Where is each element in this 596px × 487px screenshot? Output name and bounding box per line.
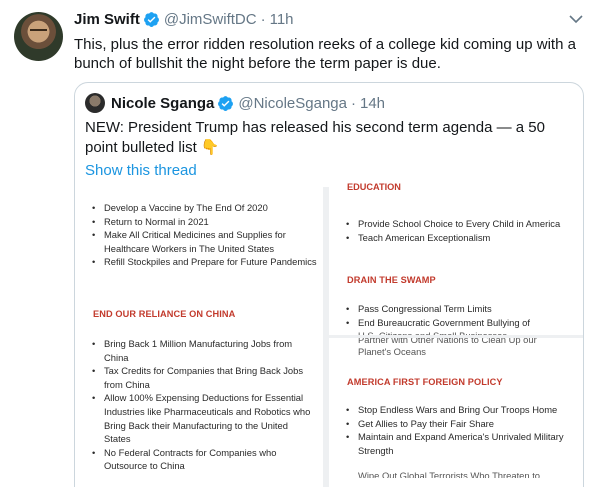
agenda-column-right: EDUCATION Provide School Choice to Every… (329, 182, 583, 487)
author-handle[interactable]: @JimSwiftDC (164, 11, 257, 28)
quoted-avatar (85, 93, 105, 113)
chevron-down-icon[interactable] (567, 12, 585, 26)
quoted-tweet[interactable]: Nicole Sganga @NicoleSganga · 14h NEW: P… (74, 82, 584, 487)
list-item: Teach American Exceptionalism (343, 231, 575, 245)
list-item: Develop a Vaccine by The End Of 2020 (89, 201, 317, 215)
list-item-continued: Planet's Oceans (358, 346, 426, 357)
cut-heading-education: EDUCATION (347, 182, 401, 190)
list-item: Return to Normal in 2021 (89, 215, 317, 229)
right-swamp-list: Pass Congressional Term Limits End Burea… (343, 302, 575, 329)
tweet[interactable]: Jim Swift @JimSwiftDC · 11h This, plus t… (0, 0, 596, 487)
section-heading-foreign-policy: AMERICA FIRST FOREIGN POLICY (347, 377, 503, 387)
right-top-list: Provide School Choice to Every Child in … (343, 217, 575, 244)
section-heading-swamp: DRAIN THE SWAMP (347, 275, 436, 285)
tweet-header: Jim Swift @JimSwiftDC · 11h (74, 11, 294, 28)
time-separator: · (351, 94, 356, 112)
right-foreign-list: Stop Endless Wars and Bring Our Troops H… (343, 403, 575, 457)
list-item: Make All Critical Medicines and Supplies… (89, 228, 317, 255)
quoted-author-name: Nicole Sganga (111, 94, 215, 112)
list-item: Get Allies to Pay their Fair Share (343, 417, 575, 431)
author-name[interactable]: Jim Swift (74, 11, 140, 28)
list-item: Maintain and Expand America's Unrivaled … (343, 430, 575, 457)
list-item: Refill Stockpiles and Prepare for Future… (89, 255, 317, 269)
list-item: Tax Credits for Companies that Bring Bac… (89, 364, 317, 391)
cut-line: Wipe Out Global Terrorists Who Threaten … (358, 470, 541, 478)
cut-line: Partner with Other Nations to Clean Up o… (358, 338, 537, 345)
list-item: Allow 100% Expensing Deductions for Esse… (89, 391, 317, 445)
quoted-header: Nicole Sganga @NicoleSganga · 14h (85, 93, 385, 113)
section-heading-china: END OUR RELIANCE ON CHINA (93, 309, 236, 319)
left-china-list: Bring Back 1 Million Manufacturing Jobs … (89, 337, 317, 473)
list-item: End Bureaucratic Government Bullying of (343, 316, 575, 330)
quoted-time: 14h (360, 94, 386, 112)
quoted-text: NEW: President Trump has released his se… (85, 119, 545, 156)
tweet-time[interactable]: 11h (270, 11, 294, 28)
list-item: Stop Endless Wars and Bring Our Troops H… (343, 403, 575, 417)
time-separator: · (260, 11, 266, 28)
agenda-image[interactable]: Develop a Vaccine by The End Of 2020 Ret… (75, 182, 583, 487)
tweet-text: This, plus the error ridden resolution r… (74, 36, 576, 72)
author-avatar[interactable] (14, 12, 63, 61)
show-thread-link[interactable]: Show this thread (85, 162, 197, 179)
verified-badge-icon (218, 95, 234, 111)
list-item: Pass Congressional Term Limits (343, 302, 575, 316)
quoted-author-handle: @NicoleSganga (238, 94, 347, 112)
agenda-column-left: Develop a Vaccine by The End Of 2020 Ret… (75, 187, 323, 487)
list-item: Bring Back 1 Million Manufacturing Jobs … (89, 337, 317, 364)
left-top-list: Develop a Vaccine by The End Of 2020 Ret… (89, 201, 317, 269)
verified-badge-icon (143, 12, 159, 27)
list-item: No Federal Contracts for Companies who O… (89, 446, 317, 473)
list-item: Provide School Choice to Every Child in … (343, 217, 575, 231)
